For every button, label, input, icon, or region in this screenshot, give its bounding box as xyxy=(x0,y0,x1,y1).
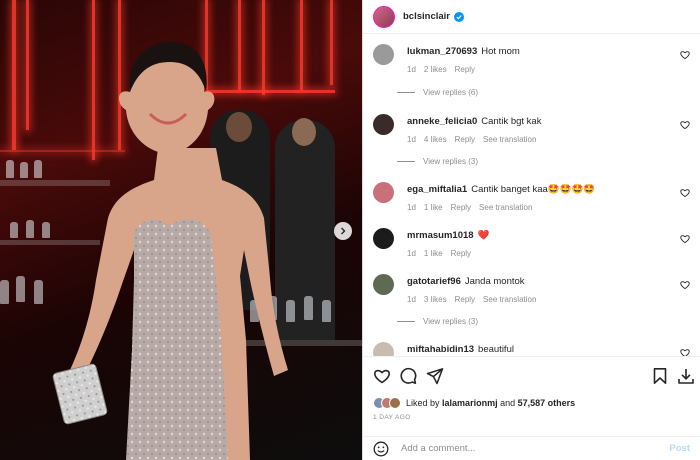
comment-text: Janda montok xyxy=(464,276,525,287)
neon-light xyxy=(26,0,29,130)
comment-username[interactable]: anneke_felicia0 xyxy=(407,116,477,127)
comment-username[interactable]: ega_miftalia1 xyxy=(407,184,467,195)
comment-time[interactable]: 1d xyxy=(407,135,416,144)
likes-text: Liked by lalamarionmj and 57,587 others xyxy=(406,398,575,408)
likes-joiner: and xyxy=(500,398,516,408)
comment-username[interactable]: gatotarief96 xyxy=(407,276,461,287)
glass xyxy=(20,162,28,178)
glass xyxy=(42,222,50,238)
comment-icon[interactable] xyxy=(399,367,417,385)
comment-like-icon[interactable] xyxy=(680,120,690,130)
comment-like-icon[interactable] xyxy=(680,280,690,290)
likes-summary: Liked by lalamarionmj and 57,587 others xyxy=(373,396,690,410)
comment-likes[interactable]: 1 like xyxy=(424,249,443,258)
view-replies-button[interactable]: View replies (6) xyxy=(397,88,478,97)
download-icon[interactable] xyxy=(677,367,695,385)
glass xyxy=(34,160,42,178)
neon-light xyxy=(300,0,303,90)
comment-likes[interactable]: 1 like xyxy=(424,203,443,212)
chevron-right-icon xyxy=(341,227,346,235)
glass xyxy=(26,220,34,238)
comment-text: beautiful xyxy=(478,344,514,355)
commenter-avatar[interactable] xyxy=(373,114,394,135)
post-header: bclsinclair xyxy=(363,0,700,34)
comment-time[interactable]: 1d xyxy=(407,295,416,304)
neon-light xyxy=(330,0,333,85)
author-avatar[interactable] xyxy=(373,5,395,28)
view-replies-button[interactable]: View replies (3) xyxy=(397,157,478,166)
carousel-next-button[interactable] xyxy=(334,222,352,240)
commenter-avatar[interactable] xyxy=(373,44,394,65)
reply-button[interactable]: Reply xyxy=(451,249,471,258)
post-timestamp[interactable]: 1 DAY AGO xyxy=(373,414,411,421)
commenter-avatar[interactable] xyxy=(373,228,394,249)
likes-others-link[interactable]: 57,587 others xyxy=(518,398,576,408)
comment-like-icon[interactable] xyxy=(680,234,690,244)
glass xyxy=(322,300,331,322)
comment-likes[interactable]: 3 likes xyxy=(424,295,447,304)
comment-text: Hot mom xyxy=(481,46,520,57)
see-translation-button[interactable]: See translation xyxy=(483,295,536,304)
glass xyxy=(10,222,18,238)
comment-input[interactable] xyxy=(401,443,670,454)
post-actions-bar xyxy=(363,356,700,396)
glass xyxy=(304,296,313,320)
reply-button[interactable]: Reply xyxy=(455,65,475,74)
reply-button[interactable]: Reply xyxy=(455,295,475,304)
comment-time[interactable]: 1d xyxy=(407,249,416,258)
see-translation-button[interactable]: See translation xyxy=(483,135,536,144)
comment-text: Cantik banget kaa🤩🤩🤩🤩 xyxy=(471,184,596,195)
comment-time[interactable]: 1d xyxy=(407,65,416,74)
likes-prefix: Liked by xyxy=(406,398,440,408)
verified-badge-icon xyxy=(454,11,464,22)
glass xyxy=(0,280,9,304)
glass xyxy=(16,276,25,302)
comments-list[interactable]: lukman_270693 Hot mom 1d 2 likes Reply Vi… xyxy=(363,34,700,356)
smiley-icon[interactable] xyxy=(373,441,389,457)
liker-avatar xyxy=(389,397,401,409)
comment-like-icon[interactable] xyxy=(680,188,690,198)
commenter-avatar[interactable] xyxy=(373,182,394,203)
comment-like-icon[interactable] xyxy=(680,348,690,356)
add-comment-bar: Post xyxy=(363,436,700,460)
reply-button[interactable]: Reply xyxy=(451,203,471,212)
reply-button[interactable]: Reply xyxy=(455,135,475,144)
comment-likes[interactable]: 4 likes xyxy=(424,135,447,144)
neon-light xyxy=(12,0,16,150)
comment-username[interactable]: lukman_270693 xyxy=(407,46,477,57)
comment-text: ❤️ xyxy=(477,230,490,241)
comment-like-icon[interactable] xyxy=(680,50,690,60)
commenter-avatar[interactable] xyxy=(373,342,394,356)
bookmark-icon[interactable] xyxy=(651,367,669,385)
liker-username[interactable]: lalamarionmj xyxy=(442,398,498,408)
comment-username[interactable]: miftahabidin13 xyxy=(407,344,474,355)
commenter-avatar[interactable] xyxy=(373,274,394,295)
heart-outline-icon[interactable] xyxy=(373,367,391,385)
background-guest xyxy=(292,118,316,146)
paper-plane-icon[interactable] xyxy=(426,367,444,385)
view-replies-label: View replies (6) xyxy=(423,88,478,97)
glass xyxy=(34,280,43,304)
woman-figure xyxy=(52,42,288,460)
post-comment-button[interactable]: Post xyxy=(669,443,690,454)
comment-username[interactable]: mrmasum1018 xyxy=(407,230,474,241)
comment-text: Cantik bgt kak xyxy=(481,116,542,127)
view-replies-label: View replies (3) xyxy=(423,317,478,326)
comment-time[interactable]: 1d xyxy=(407,203,416,212)
post-sidebar: bclsinclair lukman_270693 Hot mom 1d 2 li… xyxy=(362,0,700,460)
glass xyxy=(6,160,14,178)
comment-likes[interactable]: 2 likes xyxy=(424,65,447,74)
view-replies-label: View replies (3) xyxy=(423,157,478,166)
post-photo[interactable] xyxy=(0,0,362,460)
author-username[interactable]: bclsinclair xyxy=(403,11,450,22)
see-translation-button[interactable]: See translation xyxy=(479,203,532,212)
view-replies-button[interactable]: View replies (3) xyxy=(397,317,478,326)
